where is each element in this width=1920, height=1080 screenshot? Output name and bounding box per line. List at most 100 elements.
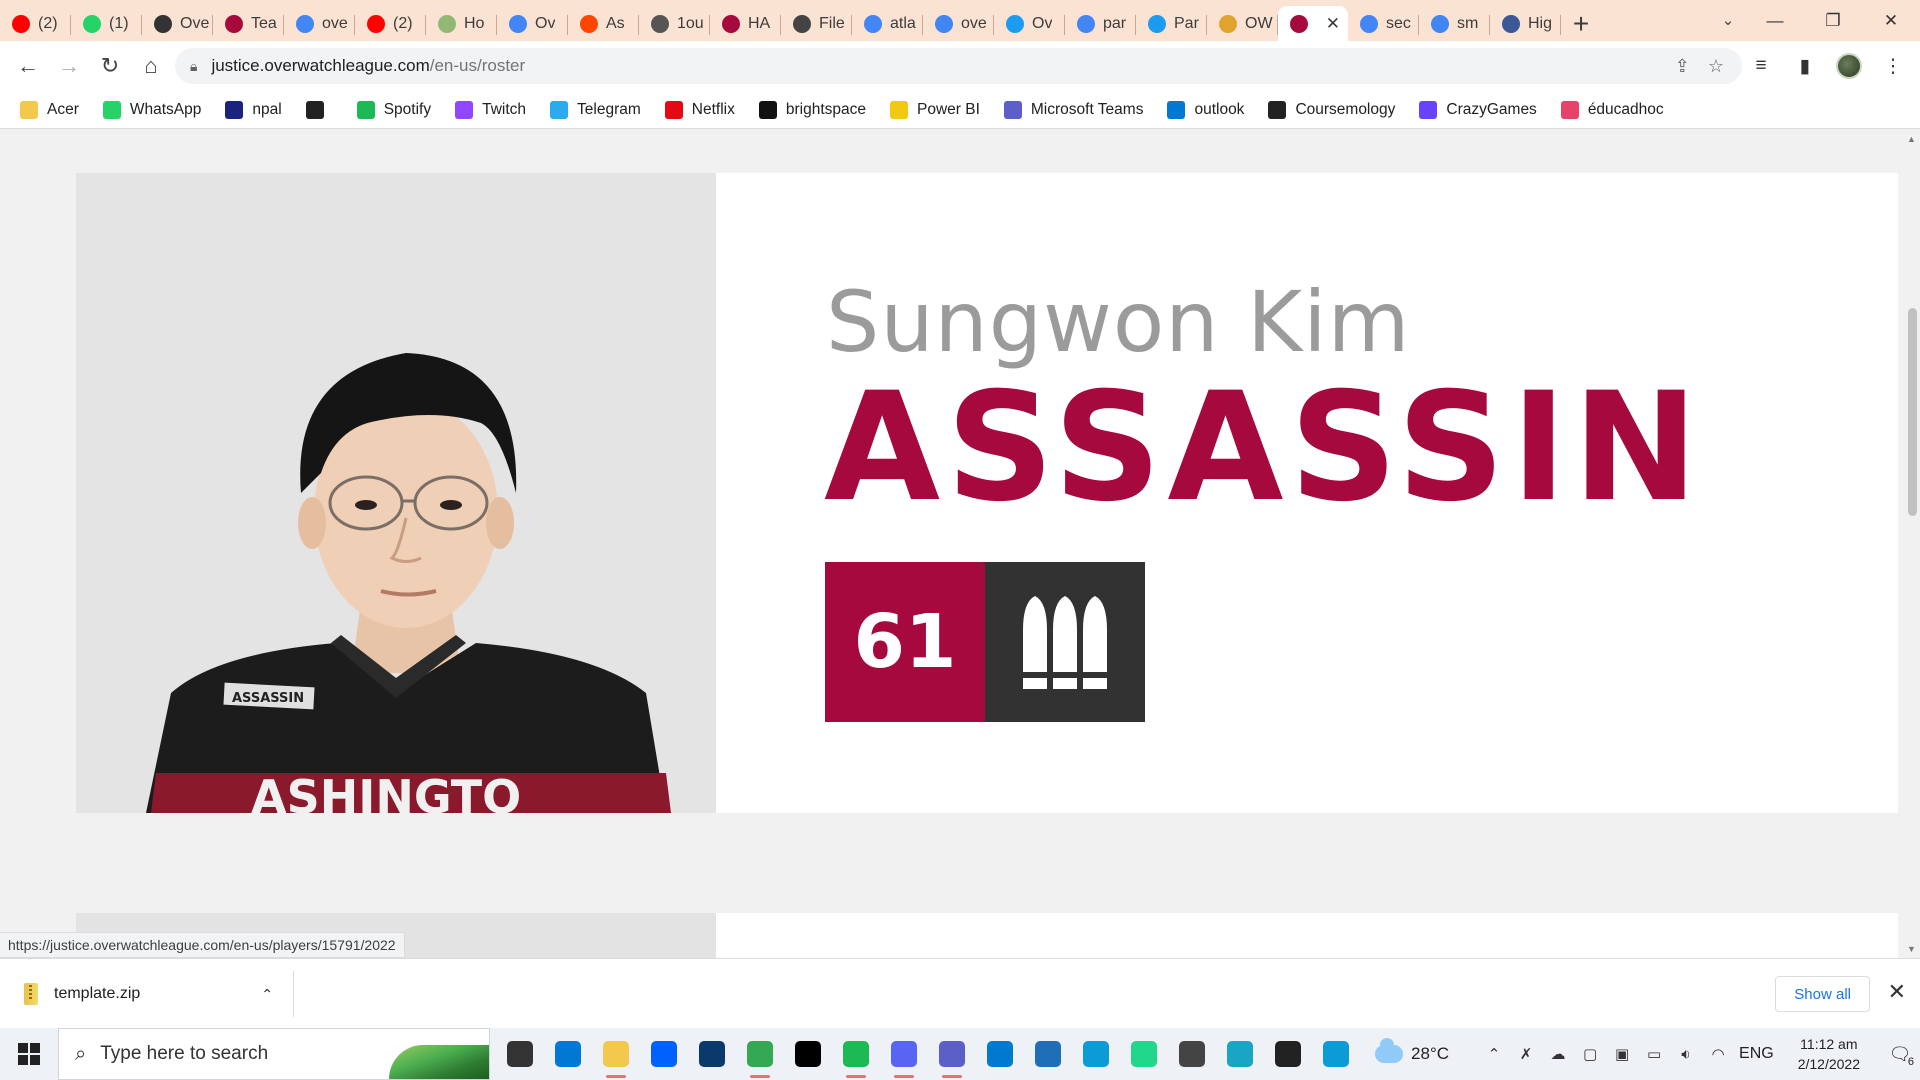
browser-tab[interactable]: par <box>1065 6 1136 41</box>
browser-tab[interactable]: (2) <box>0 6 71 41</box>
browser-tab[interactable]: (2) <box>355 6 426 41</box>
bookmark-item[interactable]: Power BI <box>890 100 980 119</box>
close-download-bar-icon[interactable]: ✕ <box>1888 979 1906 1005</box>
restore-icon[interactable]: ❐ <box>1804 0 1862 41</box>
browser-tab[interactable]: As <box>568 6 639 41</box>
taskbar-app-button[interactable] <box>1312 1028 1360 1080</box>
browser-tab[interactable]: Ove <box>142 6 213 41</box>
display-icon[interactable]: ▣ <box>1611 1045 1633 1063</box>
taskbar-app-button[interactable] <box>1072 1028 1120 1080</box>
bookmark-item[interactable]: Coursemology <box>1268 100 1395 119</box>
device-icon[interactable]: ▢ <box>1579 1045 1601 1063</box>
home-icon[interactable]: ⌂ <box>131 46 171 86</box>
reload-icon[interactable]: ↻ <box>90 46 130 86</box>
bookmark-item[interactable]: brightspace <box>758 100 866 119</box>
wifi-icon[interactable]: ◠ <box>1707 1045 1729 1063</box>
language-indicator[interactable]: ENG <box>1739 1045 1774 1063</box>
clock[interactable]: 11:12 am 2/12/2022 <box>1798 1034 1860 1074</box>
bookmark-item[interactable]: Netflix <box>664 100 735 119</box>
taskbar-app-button[interactable] <box>592 1028 640 1080</box>
browser-tab[interactable]: ove <box>923 6 994 41</box>
browser-tab[interactable]: Ov <box>497 6 568 41</box>
browser-tab[interactable]: atla <box>852 6 923 41</box>
antivirus-icon[interactable]: ✗ <box>1515 1045 1537 1063</box>
taskbar-app-button[interactable] <box>1264 1028 1312 1080</box>
browser-tab[interactable]: HA <box>710 6 781 41</box>
taskbar-app-button[interactable] <box>1216 1028 1264 1080</box>
chevron-up-icon[interactable]: ⌃ <box>261 986 273 1003</box>
weather-widget[interactable]: 28°C <box>1375 1038 1449 1064</box>
taskbar-app-button[interactable] <box>880 1028 928 1080</box>
taskbar-app-button[interactable] <box>640 1028 688 1080</box>
share-icon[interactable]: ⇪ <box>1675 56 1690 77</box>
bookmark-item[interactable]: Telegram <box>550 100 641 119</box>
bookmark-item[interactable]: CrazyGames <box>1419 100 1537 119</box>
browser-tab[interactable]: 1ou <box>639 6 710 41</box>
new-tab-button[interactable]: + <box>1561 6 1601 41</box>
taskbar-app-button[interactable] <box>688 1028 736 1080</box>
tab-search-icon[interactable]: ⌄ <box>1714 6 1742 34</box>
browser-tab[interactable]: sm <box>1419 6 1490 41</box>
close-tab-icon[interactable]: ✕ <box>1326 14 1340 34</box>
scrollbar-thumb[interactable] <box>1908 308 1917 516</box>
bookmark-label: WhatsApp <box>129 100 202 118</box>
taskbar-app-button[interactable] <box>1120 1028 1168 1080</box>
windows-start-icon[interactable] <box>0 1028 58 1080</box>
lock-icon[interactable]: 🔒︎ <box>190 58 197 75</box>
browser-tab[interactable]: ✕ <box>1278 6 1348 41</box>
browser-tab[interactable]: Ov <box>994 6 1065 41</box>
scroll-down-icon[interactable]: ▼ <box>1907 944 1916 954</box>
profile-avatar[interactable] <box>1834 48 1864 84</box>
taskbar-app-button[interactable] <box>784 1028 832 1080</box>
close-window-icon[interactable]: ✕ <box>1862 0 1920 41</box>
page-scrollbar[interactable]: ▲ ▼ <box>1904 130 1920 958</box>
browser-tab[interactable]: sec <box>1348 6 1419 41</box>
bookmark-item[interactable]: outlook <box>1167 100 1244 119</box>
onedrive-icon[interactable]: ☁ <box>1547 1045 1569 1063</box>
bookmark-item[interactable]: Twitch <box>455 100 526 119</box>
browser-tab[interactable]: Ho <box>426 6 497 41</box>
browser-tab[interactable]: Hig <box>1490 6 1561 41</box>
bookmark-item[interactable]: npal <box>225 100 282 119</box>
browser-tab[interactable]: File <box>781 6 852 41</box>
show-all-button[interactable]: Show all <box>1775 976 1870 1012</box>
taskbar-app-button[interactable] <box>928 1028 976 1080</box>
browser-tab[interactable]: ove <box>284 6 355 41</box>
player-portrait-image: ASSASSIN ASHINGTO <box>76 173 716 813</box>
menu-kebab-icon[interactable]: ⋮ <box>1878 48 1908 84</box>
browser-tab[interactable]: Tea <box>213 6 284 41</box>
player-card[interactable]: ASSASSIN ASHINGTO Sungwon Kim ASSASSIN 6… <box>76 173 1898 813</box>
taskbar-app-button[interactable] <box>736 1028 784 1080</box>
bookmark-star-icon[interactable]: ☆ <box>1708 56 1724 77</box>
browser-tab[interactable]: Par <box>1136 6 1207 41</box>
side-panel-icon[interactable]: ▮ <box>1790 48 1820 84</box>
address-bar[interactable]: 🔒︎ justice.overwatchleague.com/en-us/ros… <box>175 48 1742 84</box>
battery-icon[interactable]: ▭ <box>1643 1045 1665 1063</box>
bookmark-item[interactable]: éducadhoc <box>1560 100 1664 119</box>
tab-label: Ov <box>1032 14 1053 32</box>
bookmark-item[interactable]: Microsoft Teams <box>1003 100 1143 119</box>
volume-icon[interactable]: 🔉︎ <box>1675 1046 1697 1063</box>
taskbar-app-button[interactable] <box>1168 1028 1216 1080</box>
browser-tab[interactable]: OW <box>1207 6 1278 41</box>
download-item[interactable]: template.zip ⌃ <box>24 971 294 1017</box>
browser-tab[interactable]: (1) <box>71 6 142 41</box>
forward-icon[interactable]: → <box>49 46 89 86</box>
chevron-up-icon[interactable]: ⌃ <box>1483 1045 1505 1063</box>
scroll-up-icon[interactable]: ▲ <box>1907 134 1916 144</box>
bookmark-item[interactable]: WhatsApp <box>102 100 202 119</box>
bookmark-item[interactable]: Spotify <box>356 100 431 119</box>
taskbar-app-button[interactable] <box>544 1028 592 1080</box>
minimize-icon[interactable]: — <box>1746 0 1804 41</box>
notification-icon[interactable]: 🗨︎ 6 <box>1880 1028 1920 1080</box>
taskbar-search-box[interactable]: ⌕ Type here to search <box>58 1028 490 1080</box>
bookmark-item[interactable]: Acer <box>20 100 79 119</box>
taskbar-app-button[interactable] <box>496 1028 544 1080</box>
bookmark-item[interactable] <box>305 100 333 119</box>
discord-icon <box>891 1041 917 1067</box>
taskbar-app-button[interactable] <box>1024 1028 1072 1080</box>
media-control-icon[interactable]: ≡ <box>1746 48 1776 84</box>
back-icon[interactable]: ← <box>8 46 48 86</box>
taskbar-app-button[interactable] <box>832 1028 880 1080</box>
taskbar-app-button[interactable] <box>976 1028 1024 1080</box>
